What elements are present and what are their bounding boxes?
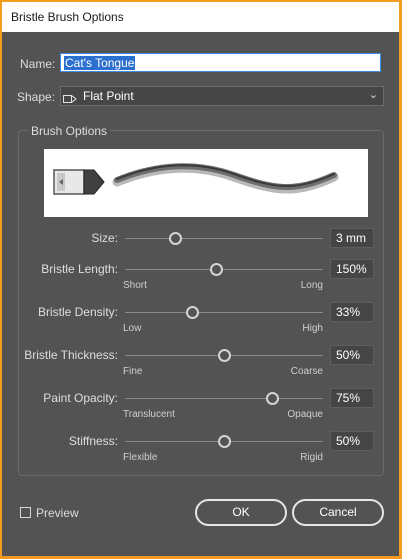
slider-min-label: Short [123,280,147,291]
chevron-down-icon: ⌄ [368,89,378,101]
slider-thumb[interactable] [218,349,231,362]
shape-value: Flat Point [83,89,134,103]
slider-value-field[interactable]: 50% [330,431,374,451]
brush-stroke-preview [44,149,368,217]
bristle-brush-options-dialog: Bristle Brush Options Name: Cat's Tongue… [2,2,399,556]
slider-label: Bristle Thickness: [24,348,118,362]
window-title: Bristle Brush Options [11,10,124,24]
shape-dropdown[interactable]: Flat Point ⌄ [60,86,384,106]
preview-label: Preview [36,506,79,520]
ok-button[interactable]: OK [195,499,287,526]
slider-label: Stiffness: [68,434,118,448]
cancel-button[interactable]: Cancel [292,499,384,526]
slider-thumb[interactable] [168,232,182,245]
name-input[interactable]: Cat's Tongue [60,53,381,72]
slider-track[interactable] [125,238,323,239]
slider-label: Size: [91,231,118,245]
slider-max-label: Opaque [287,409,323,420]
slider-track[interactable] [125,269,323,270]
slider-thumb[interactable] [210,263,224,276]
bristle-brush-preview-image [53,163,339,195]
slider-track[interactable] [125,312,323,313]
name-value: Cat's Tongue [64,56,136,70]
slider-value-field[interactable]: 150% [330,259,374,279]
slider-thumb[interactable] [218,435,231,448]
slider-min-label: Low [123,323,142,334]
slider-min-label: Fine [123,366,143,377]
name-label: Name: [20,57,56,71]
slider-track[interactable] [125,398,323,399]
slider-max-label: Long [300,280,323,291]
preview-checkbox[interactable] [20,507,31,518]
slider-thumb[interactable] [265,392,279,405]
brush-options-title: Brush Options [28,124,111,138]
slider-value-field[interactable]: 33% [330,302,374,322]
slider-value-field[interactable]: 75% [330,388,374,408]
slider-max-label: High [302,323,323,334]
slider-value-field[interactable]: 3 mm [330,228,374,248]
slider-min-label: Flexible [123,452,158,463]
shape-label: Shape: [17,90,56,104]
slider-label: Bristle Length: [41,262,118,276]
slider-value-field[interactable]: 50% [330,345,374,365]
slider-min-label: Translucent [123,409,175,420]
slider-max-label: Rigid [300,452,323,463]
slider-label: Bristle Density: [37,305,118,319]
slider-max-label: Coarse [290,366,323,377]
title-bar[interactable]: Bristle Brush Options [2,2,399,32]
slider-label: Paint Opacity: [43,391,118,405]
flat-point-brush-icon [63,91,79,109]
